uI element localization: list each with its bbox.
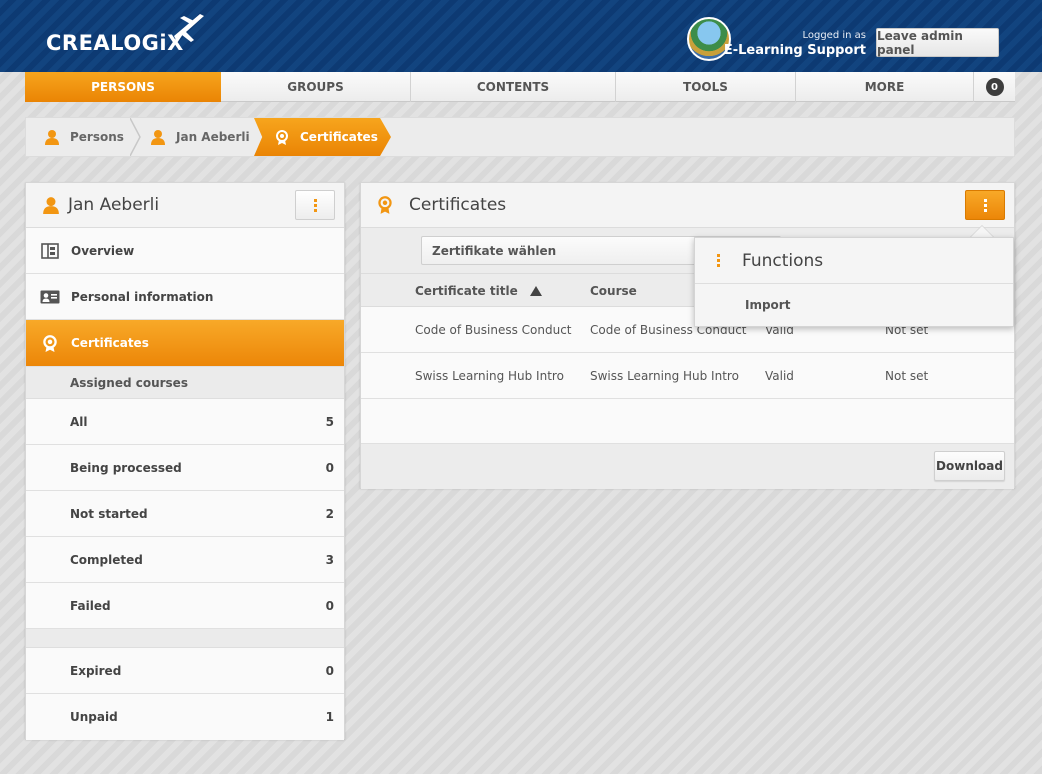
main-navigation: PERSONS GROUPS CONTENTS TOOLS MORE 0 — [25, 72, 1015, 102]
empty-table-row — [361, 399, 1014, 444]
cell-expiry: Not set — [885, 369, 929, 383]
leave-admin-panel-button[interactable]: Leave admin panel — [876, 28, 999, 57]
course-stat-unpaid[interactable]: Unpaid 1 — [26, 694, 344, 740]
kebab-menu-icon — [313, 198, 317, 212]
assigned-courses-heading: Assigned courses — [26, 367, 344, 399]
table-row[interactable]: Swiss Learning Hub Intro Swiss Learning … — [361, 353, 1014, 399]
logged-in-info: Logged in as E-Learning Support — [724, 30, 866, 58]
sort-ascending-icon — [529, 285, 542, 296]
download-button[interactable]: Download — [934, 451, 1005, 481]
certificates-title: Certificates — [409, 195, 507, 215]
layout-icon — [41, 242, 59, 259]
certificate-icon — [378, 196, 392, 214]
crealogix-logo[interactable]: CREALOGiX — [46, 31, 184, 55]
breadcrumb: Persons Jan Aeberli Certificates — [25, 117, 1015, 157]
functions-menu-button[interactable] — [965, 190, 1005, 220]
nav-item-contents[interactable]: CONTENTS — [411, 72, 616, 102]
id-card-icon — [40, 290, 60, 303]
stat-label: Not started — [70, 506, 148, 521]
stat-label: Expired — [70, 663, 122, 678]
column-label: Certificate title — [415, 283, 518, 298]
stat-count: 0 — [325, 460, 334, 475]
person-sidebar-panel: Jan Aeberli Overview Personal informatio… — [25, 182, 345, 740]
course-stat-failed[interactable]: Failed 0 — [26, 583, 344, 629]
nav-item-more[interactable]: MORE — [796, 72, 974, 102]
functions-menu-header: Functions — [695, 238, 1013, 284]
course-stat-not-started[interactable]: Not started 2 — [26, 491, 344, 537]
cell-course: Swiss Learning Hub Intro — [590, 369, 739, 383]
functions-dropdown-menu: Functions Import — [694, 237, 1014, 327]
menu-item-personal-information[interactable]: Personal information — [26, 274, 344, 320]
stat-count: 2 — [325, 506, 334, 521]
nav-item-tools[interactable]: TOOLS — [616, 72, 796, 102]
cell-status: Valid — [765, 369, 794, 383]
certificates-panel: Certificates Zertifikate wählen Certific… — [360, 182, 1015, 489]
person-name-title: Jan Aeberli — [68, 195, 160, 215]
top-header: CREALOGiX Logged in as E-Learning Suppor… — [0, 0, 1042, 72]
course-stat-being-processed[interactable]: Being processed 0 — [26, 445, 344, 491]
person-icon — [43, 197, 59, 214]
logged-in-label: Logged in as — [802, 30, 866, 41]
column-header-course[interactable]: Course — [590, 274, 637, 307]
functions-menu-title: Functions — [742, 250, 824, 271]
certificate-icon — [43, 335, 57, 352]
course-stat-completed[interactable]: Completed 3 — [26, 537, 344, 583]
certificates-panel-header: Certificates — [361, 183, 1014, 228]
stat-label: Unpaid — [70, 710, 118, 724]
person-options-menu-button[interactable] — [295, 190, 335, 220]
kebab-menu-icon — [717, 254, 720, 267]
nav-item-groups[interactable]: GROUPS — [221, 72, 411, 102]
stat-count: 1 — [325, 710, 334, 724]
certificate-icon — [276, 130, 288, 145]
breadcrumb-separator — [130, 118, 141, 156]
breadcrumb-label: Jan Aeberli — [176, 130, 250, 144]
breadcrumb-item-certificates[interactable]: Certificates — [254, 118, 391, 156]
section-divider — [26, 629, 344, 648]
person-icon — [45, 130, 59, 145]
stat-label: Failed — [70, 598, 111, 613]
course-stat-all[interactable]: All 5 — [26, 399, 344, 445]
menu-item-overview[interactable]: Overview — [26, 228, 344, 274]
nav-item-persons[interactable]: PERSONS — [25, 72, 221, 102]
stat-label: Being processed — [70, 460, 182, 475]
breadcrumb-label: Certificates — [300, 130, 378, 144]
person-panel-header: Jan Aeberli — [26, 183, 344, 228]
notification-area[interactable]: 0 — [974, 72, 1015, 102]
stat-label: Completed — [70, 552, 143, 567]
cell-certificate-title: Code of Business Conduct — [415, 323, 572, 337]
notification-count-badge: 0 — [985, 78, 1004, 96]
person-menu: Overview Personal information Certificat… — [26, 228, 344, 367]
stat-count: 0 — [325, 663, 334, 678]
breadcrumb-item-persons[interactable]: Persons — [44, 118, 124, 156]
stat-count: 3 — [325, 552, 334, 567]
stat-count: 5 — [325, 414, 334, 429]
stat-count: 0 — [325, 598, 334, 613]
column-header-certificate-title[interactable]: Certificate title — [415, 274, 542, 307]
menu-item-label: Overview — [71, 243, 135, 258]
menu-item-certificates[interactable]: Certificates — [26, 320, 344, 367]
course-stat-expired[interactable]: Expired 0 — [26, 648, 344, 694]
logged-in-user-name: E-Learning Support — [723, 43, 866, 58]
stat-label: All — [70, 414, 88, 429]
table-footer: Download — [361, 444, 1014, 489]
cell-certificate-title: Swiss Learning Hub Intro — [415, 369, 564, 383]
menu-item-label: Personal information — [71, 289, 214, 304]
person-icon — [151, 130, 165, 145]
menu-item-label: Certificates — [71, 336, 149, 350]
breadcrumb-label: Persons — [70, 130, 124, 144]
airplane-logo-icon — [174, 14, 204, 42]
menu-item-import[interactable]: Import — [695, 284, 1013, 326]
kebab-menu-icon — [983, 198, 987, 212]
breadcrumb-item-person[interactable]: Jan Aeberli — [150, 118, 250, 156]
